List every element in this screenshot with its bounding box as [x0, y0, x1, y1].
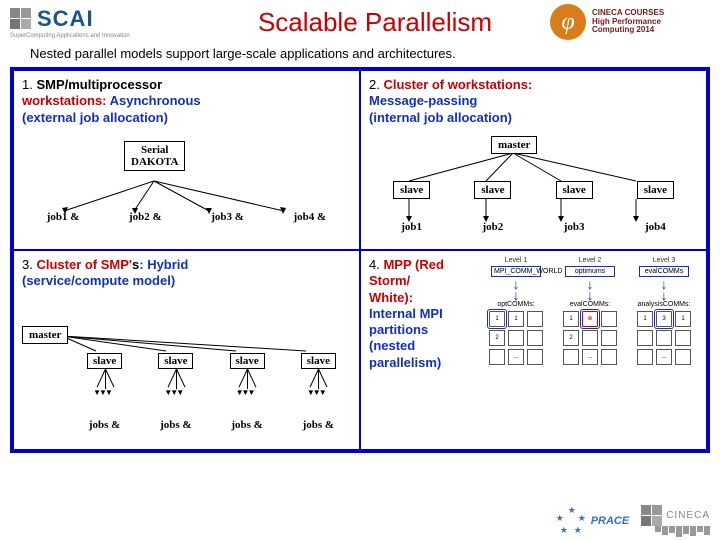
header: SCAI SuperComputing Applications and Inn… — [0, 0, 720, 44]
q2-job: job2 — [482, 221, 503, 233]
fan-icon — [90, 369, 120, 389]
quadrant-2: 2. Cluster of workstations: Message-pass… — [360, 70, 707, 250]
phi-icon: φ — [550, 4, 586, 40]
q1-job1: job1 & — [47, 211, 80, 223]
q2-slave: slave — [637, 181, 674, 199]
q2-job: job4 — [645, 221, 666, 233]
q3-jobs: jobs & — [89, 419, 120, 431]
q4-col-1: Level 1 MPI_COMM_WORLD ↓ ↓ optCOMMs: 11 … — [481, 257, 551, 365]
q4-diagram: Level 1 MPI_COMM_WORLD ↓ ↓ optCOMMs: 11 … — [481, 257, 702, 445]
q2-slaves-row: slave slave slave slave — [361, 181, 706, 199]
stars-icon: ★ ★ ★ ★ ★ — [556, 505, 588, 537]
quadrant-grid: 1. SMP/multiprocessor workstations: Asyn… — [10, 67, 710, 453]
q3-slave-col: slave ▼▼▼ — [87, 351, 122, 397]
q1-job2: job2 & — [129, 211, 162, 223]
q3-jobs-row: jobs & jobs & jobs & jobs & — [69, 419, 354, 431]
footer: ★ ★ ★ ★ ★ PRACE CINECA — [556, 505, 710, 537]
courses-text: CINECA COURSES High Performance Computin… — [592, 9, 664, 35]
logo-scai: SCAI SuperComputing Applications and Inn… — [10, 6, 200, 39]
quadrant-3: 3. Cluster of SMP's: Hybrid (service/com… — [13, 250, 360, 450]
logo-courses: φ CINECA COURSES High Performance Comput… — [550, 4, 710, 40]
q3-slaves-row: slave ▼▼▼ slave ▼▼▼ slave ▼▼▼ slave ▼▼▼ — [69, 351, 354, 397]
q2-jobs-row: job1 job2 job3 job4 — [361, 221, 706, 233]
q4-col-3: Level 3 evalCOMMs ↓ ↓ analysisCOMMs: 131… — [629, 257, 699, 365]
quadrant-1: 1. SMP/multiprocessor workstations: Asyn… — [13, 70, 360, 250]
cineca-squares-icon — [10, 8, 31, 29]
q3-title: 3. Cluster of SMP's: Hybrid (service/com… — [22, 257, 351, 290]
q4-col-2: Level 2 optimums ↓ ↓ evalCOMMs: 1⊕ 2 ... — [555, 257, 625, 365]
q2-slave: slave — [393, 181, 430, 199]
q3-slave-col: slave ▼▼▼ — [230, 351, 265, 397]
scai-text: SCAI — [37, 6, 94, 32]
q4-title: 4. MPP (Red Storm/ White): Internal MPI … — [369, 257, 479, 371]
q3-slave-col: slave ▼▼▼ — [301, 351, 336, 397]
arrow-down-icon: ↓ — [629, 290, 699, 301]
q1-job4: job4 & — [294, 211, 327, 223]
q2-master-box: master — [491, 136, 537, 154]
bars-icon — [655, 526, 710, 537]
q2-job: job1 — [401, 221, 422, 233]
q2-slave: slave — [556, 181, 593, 199]
fan-icon — [161, 369, 191, 389]
q2-job: job3 — [564, 221, 585, 233]
logo-cineca-footer: CINECA — [641, 505, 710, 537]
subtitle: Nested parallel models support large-sca… — [0, 44, 720, 67]
page-title: Scalable Parallelism — [200, 7, 550, 38]
q3-jobs: jobs & — [303, 419, 334, 431]
arrow-down-icon: ↓ — [481, 290, 551, 301]
q3-jobs: jobs & — [231, 419, 262, 431]
q2-title: 2. Cluster of workstations: Message-pass… — [369, 77, 698, 126]
q1-job3: job3 & — [211, 211, 244, 223]
q3-jobs: jobs & — [160, 419, 191, 431]
logo-prace: ★ ★ ★ ★ ★ PRACE — [556, 505, 630, 537]
q2-slave: slave — [474, 181, 511, 199]
cineca-squares-icon — [641, 505, 662, 526]
q1-title: 1. SMP/multiprocessor workstations: Asyn… — [22, 77, 351, 126]
fan-icon — [303, 369, 333, 389]
arrow-down-icon: ↓ — [555, 290, 625, 301]
fan-icon — [232, 369, 262, 389]
q3-slave-col: slave ▼▼▼ — [158, 351, 193, 397]
scai-subtitle: SuperComputing Applications and Innovati… — [10, 33, 200, 39]
quadrant-4: 4. MPP (Red Storm/ White): Internal MPI … — [360, 250, 707, 450]
q1-jobs-row: job1 & job2 & job3 & job4 & — [14, 211, 359, 223]
q1-root-box: SerialDAKOTA — [124, 141, 185, 171]
q3-master-box: master — [22, 326, 68, 344]
